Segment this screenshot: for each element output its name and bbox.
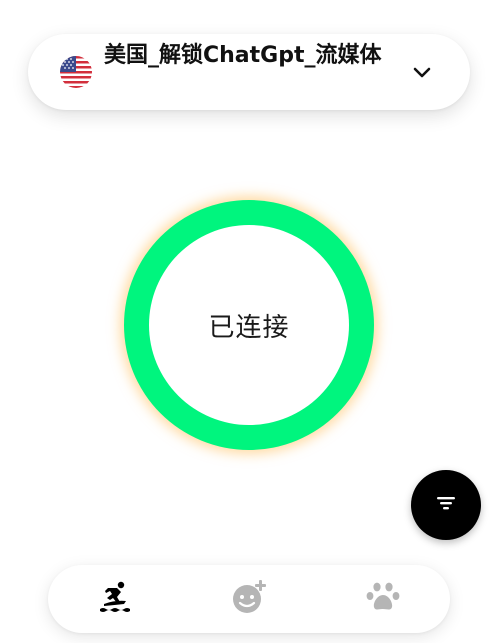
connection-button[interactable]: 已连接 [124,200,374,450]
paw-icon [365,579,401,619]
filter-button[interactable] [411,470,481,540]
nav-item-face-add[interactable] [229,579,269,619]
bottom-nav [48,565,450,633]
surfing-icon [97,579,133,619]
server-selector[interactable]: 美国_解锁ChatGpt_流媒体 [28,34,470,110]
nav-item-paw[interactable] [363,579,403,619]
connection-ring-inner: 已连接 [149,225,349,425]
nav-item-surfing[interactable] [95,579,135,619]
connection-status: 已连接 [208,312,290,343]
connection-ring[interactable]: 已连接 [124,200,374,450]
face-add-icon [230,578,268,620]
us-flag-icon [60,56,92,88]
server-name: 美国_解锁ChatGpt_流媒体 [104,43,382,68]
app-screen: 美国_解锁ChatGpt_流媒体 已连接 [0,0,495,643]
chevron-down-icon[interactable] [412,62,432,82]
filter-icon [434,491,458,519]
